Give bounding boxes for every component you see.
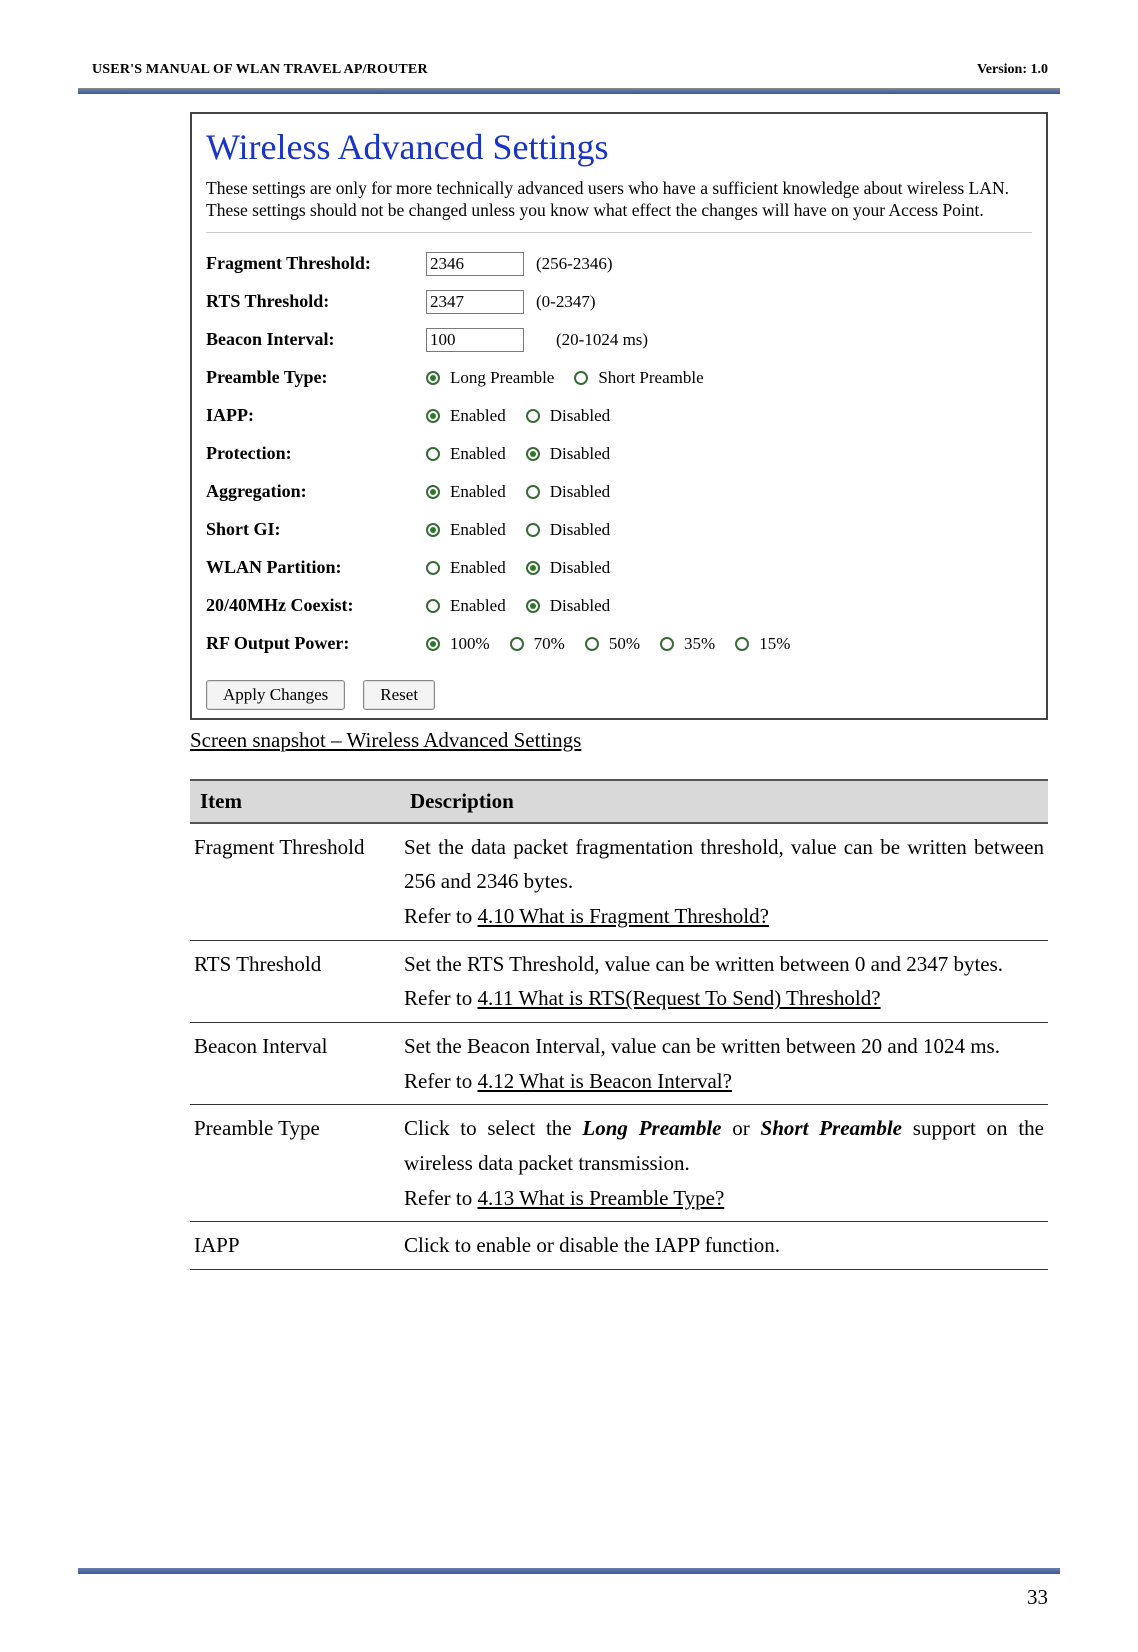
aggregation-label: Aggregation: — [206, 481, 426, 502]
page-number: 33 — [1027, 1585, 1048, 1610]
aggregation-disabled-text: Disabled — [550, 482, 610, 502]
preamble-short-radio[interactable] — [574, 371, 588, 385]
preamble-type-label: Preamble Type: — [206, 367, 426, 388]
rf-100-radio[interactable] — [426, 637, 440, 651]
iapp-enabled-text: Enabled — [450, 406, 506, 426]
shortgi-enabled-text: Enabled — [450, 520, 506, 540]
rf-15-radio[interactable] — [735, 637, 749, 651]
shortgi-label: Short GI: — [206, 519, 426, 540]
table-head-description: Description — [400, 780, 1048, 823]
panel-divider — [206, 232, 1032, 234]
link-fragment[interactable]: 4.10 What is Fragment Threshold? — [477, 904, 768, 928]
desc-cell: Set the data packet fragmentation thresh… — [400, 823, 1048, 940]
apply-changes-button[interactable]: Apply Changes — [206, 680, 345, 710]
desc-cell: Click to select the Long Preamble or Sho… — [400, 1105, 1048, 1222]
item-cell: IAPP — [190, 1222, 400, 1270]
item-cell: RTS Threshold — [190, 940, 400, 1022]
iapp-enabled-radio[interactable] — [426, 409, 440, 423]
wlan-partition-disabled-text: Disabled — [550, 558, 610, 578]
panel-title: Wireless Advanced Settings — [192, 114, 1046, 178]
protection-label: Protection: — [206, 443, 426, 464]
table-row: Beacon Interval Set the Beacon Interval,… — [190, 1022, 1048, 1104]
fragment-threshold-input[interactable] — [426, 252, 524, 276]
item-cell: Fragment Threshold — [190, 823, 400, 940]
shortgi-disabled-text: Disabled — [550, 520, 610, 540]
settings-panel: Wireless Advanced Settings These setting… — [190, 112, 1048, 720]
protection-disabled-radio[interactable] — [526, 447, 540, 461]
iapp-disabled-text: Disabled — [550, 406, 610, 426]
rf-50-radio[interactable] — [585, 637, 599, 651]
coexist-enabled-radio[interactable] — [426, 599, 440, 613]
item-cell: Beacon Interval — [190, 1022, 400, 1104]
link-rts[interactable]: 4.11 What is RTS(Request To Send) Thresh… — [477, 986, 880, 1010]
wlan-partition-disabled-radio[interactable] — [526, 561, 540, 575]
coexist-enabled-text: Enabled — [450, 596, 506, 616]
wlan-partition-enabled-radio[interactable] — [426, 561, 440, 575]
rts-threshold-label: RTS Threshold: — [206, 291, 426, 312]
shortgi-disabled-radio[interactable] — [526, 523, 540, 537]
rf-70-radio[interactable] — [510, 637, 524, 651]
beacon-range: (20-1024 ms) — [556, 330, 648, 350]
link-preamble[interactable]: 4.13 What is Preamble Type? — [477, 1186, 724, 1210]
aggregation-enabled-radio[interactable] — [426, 485, 440, 499]
rts-range: (0-2347) — [536, 292, 595, 312]
coexist-label: 20/40MHz Coexist: — [206, 595, 426, 616]
table-row: Fragment Threshold Set the data packet f… — [190, 823, 1048, 940]
desc-cell: Click to enable or disable the IAPP func… — [400, 1222, 1048, 1270]
protection-disabled-text: Disabled — [550, 444, 610, 464]
fragment-threshold-label: Fragment Threshold: — [206, 253, 426, 274]
preamble-short-text: Short Preamble — [598, 368, 703, 388]
table-row: Preamble Type Click to select the Long P… — [190, 1105, 1048, 1222]
table-row: RTS Threshold Set the RTS Threshold, val… — [190, 940, 1048, 1022]
description-table: Item Description Fragment Threshold Set … — [190, 779, 1048, 1270]
rf-70-text: 70% — [534, 634, 565, 654]
wlan-partition-enabled-text: Enabled — [450, 558, 506, 578]
rts-threshold-input[interactable] — [426, 290, 524, 314]
desc-cell: Set the Beacon Interval, value can be wr… — [400, 1022, 1048, 1104]
reset-button[interactable]: Reset — [363, 680, 435, 710]
doc-header-left: USER'S MANUAL OF WLAN TRAVEL AP/ROUTER — [92, 62, 428, 78]
preamble-long-text: Long Preamble — [450, 368, 554, 388]
iapp-disabled-radio[interactable] — [526, 409, 540, 423]
aggregation-enabled-text: Enabled — [450, 482, 506, 502]
panel-description: These settings are only for more technic… — [192, 178, 1046, 228]
coexist-disabled-text: Disabled — [550, 596, 610, 616]
fragment-range: (256-2346) — [536, 254, 612, 274]
rf-50-text: 50% — [609, 634, 640, 654]
doc-header-right: Version: 1.0 — [977, 62, 1048, 78]
protection-enabled-text: Enabled — [450, 444, 506, 464]
header-rule — [78, 88, 1060, 94]
desc-cell: Set the RTS Threshold, value can be writ… — [400, 940, 1048, 1022]
rf-15-text: 15% — [759, 634, 790, 654]
rf-power-label: RF Output Power: — [206, 633, 426, 654]
aggregation-disabled-radio[interactable] — [526, 485, 540, 499]
iapp-label: IAPP: — [206, 405, 426, 426]
item-cell: Preamble Type — [190, 1105, 400, 1222]
link-beacon[interactable]: 4.12 What is Beacon Interval? — [477, 1069, 731, 1093]
rf-35-radio[interactable] — [660, 637, 674, 651]
beacon-interval-input[interactable] — [426, 328, 524, 352]
shortgi-enabled-radio[interactable] — [426, 523, 440, 537]
table-head-item: Item — [190, 780, 400, 823]
coexist-disabled-radio[interactable] — [526, 599, 540, 613]
protection-enabled-radio[interactable] — [426, 447, 440, 461]
screenshot-caption: Screen snapshot – Wireless Advanced Sett… — [190, 728, 1048, 753]
wlan-partition-label: WLAN Partition: — [206, 557, 426, 578]
rf-35-text: 35% — [684, 634, 715, 654]
beacon-interval-label: Beacon Interval: — [206, 329, 426, 350]
footer-rule — [78, 1568, 1060, 1574]
rf-100-text: 100% — [450, 634, 490, 654]
preamble-long-radio[interactable] — [426, 371, 440, 385]
table-row: IAPP Click to enable or disable the IAPP… — [190, 1222, 1048, 1270]
